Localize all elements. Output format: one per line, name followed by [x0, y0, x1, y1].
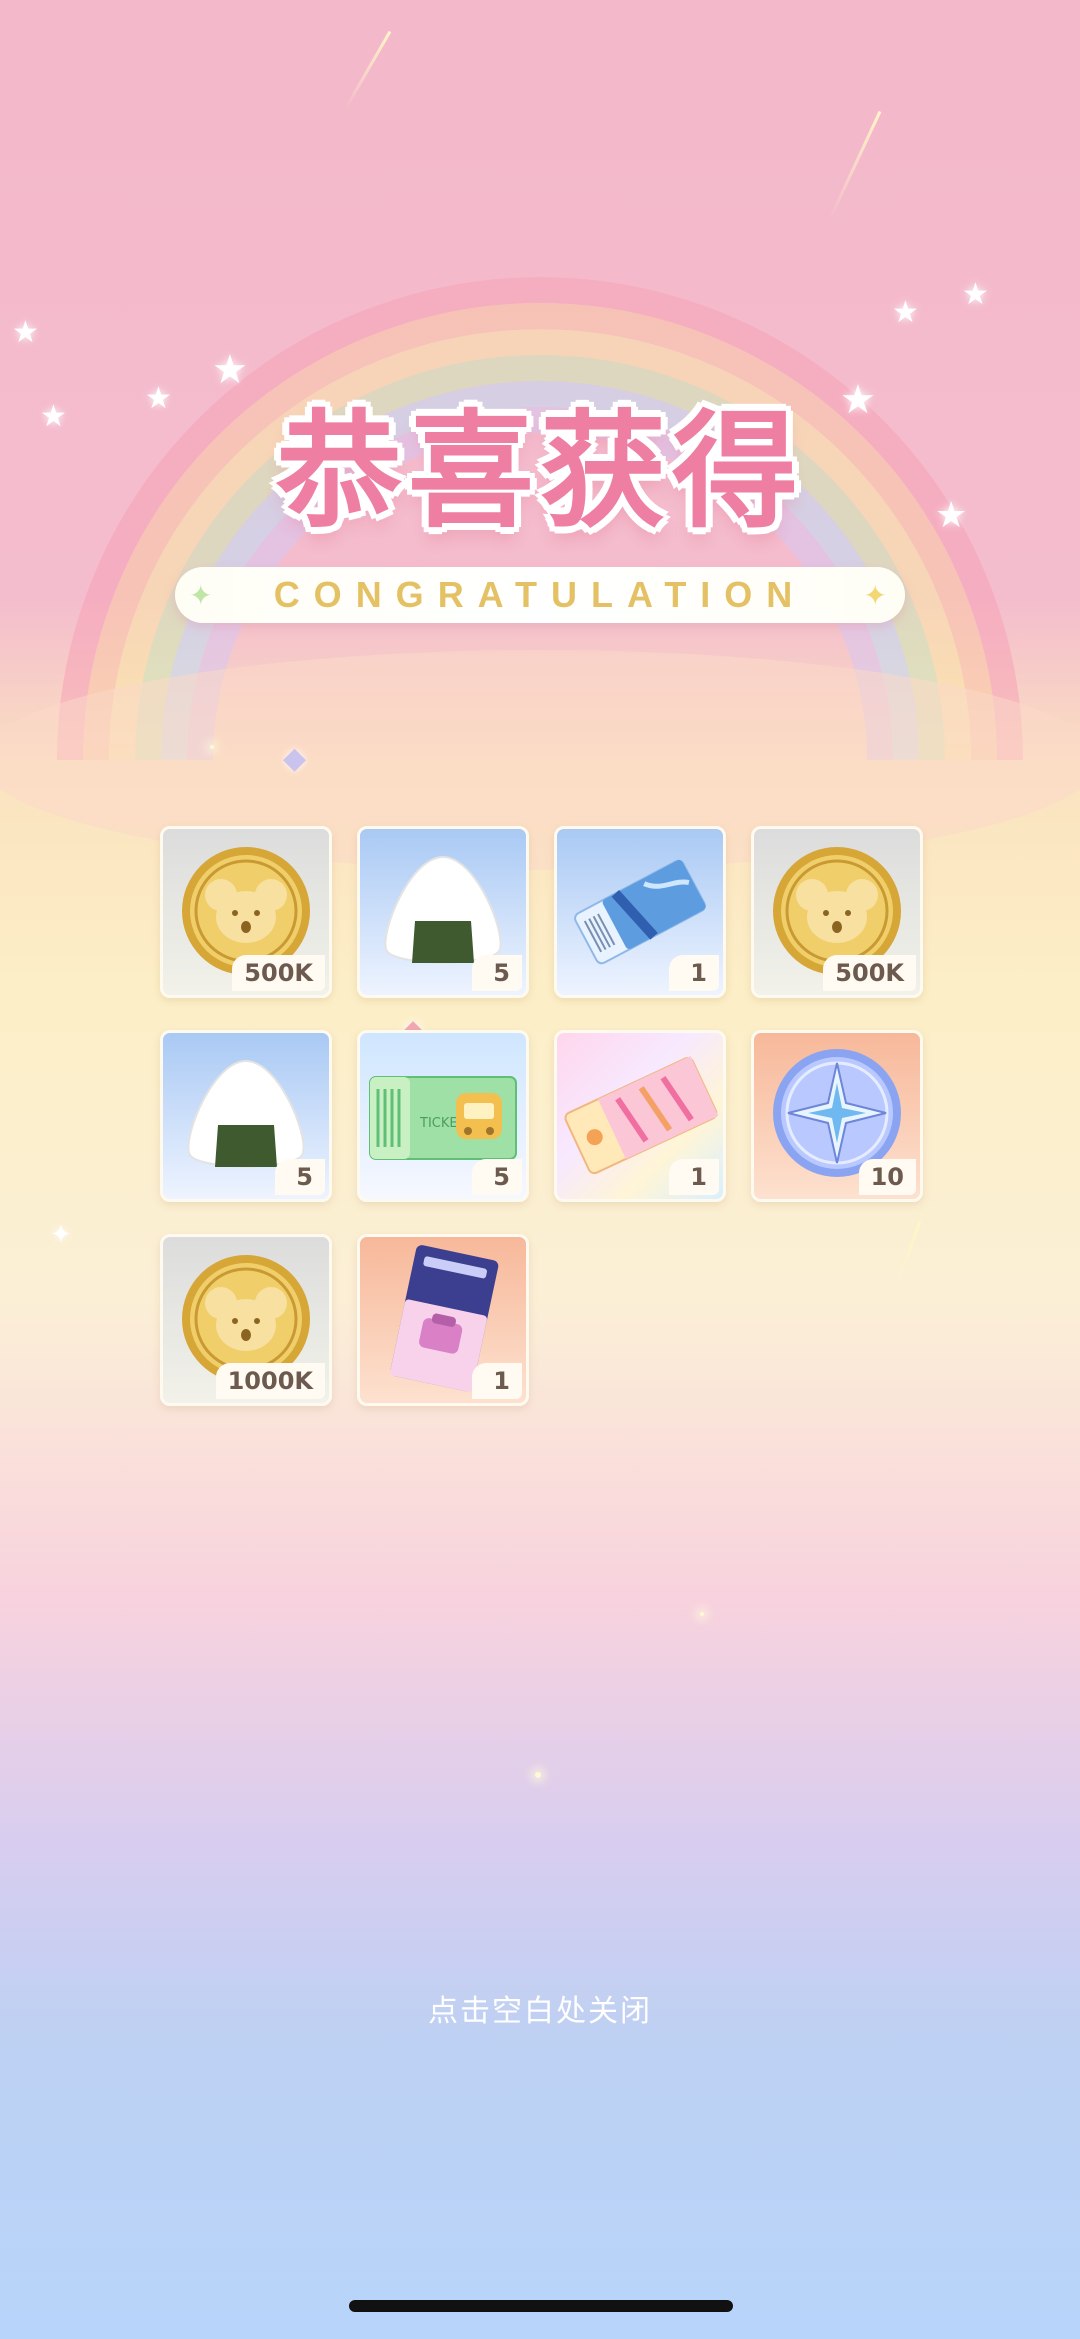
star-icon: ★	[962, 277, 989, 312]
reward-item[interactable]: 5	[357, 826, 529, 998]
sparkle-icon	[700, 1612, 704, 1616]
star-icon: ★	[12, 315, 39, 350]
star-icon: ★	[892, 295, 919, 330]
shooting-star-icon	[343, 30, 392, 111]
page-title: 恭喜获得	[276, 398, 804, 545]
subtitle-banner: ✦ CONGRATULATION ✦	[175, 567, 905, 623]
quantity-badge: 500K	[823, 955, 916, 991]
reward-item[interactable]: 1	[554, 826, 726, 998]
quantity-badge: 1000K	[215, 1363, 325, 1399]
reward-item[interactable]: TICKET 5	[357, 1030, 529, 1202]
sparkle-icon	[210, 745, 214, 749]
close-hint[interactable]: 点击空白处关闭	[0, 1986, 1080, 2030]
star-icon: ◆	[283, 741, 307, 776]
shooting-star-icon	[891, 1220, 922, 1298]
reward-item[interactable]: 10	[751, 1030, 923, 1202]
reward-item[interactable]: 1	[554, 1030, 726, 1202]
star-icon: ✦	[50, 1220, 72, 1250]
reward-item[interactable]: 500K	[751, 826, 923, 998]
quantity-badge: 1	[472, 1363, 522, 1399]
quantity-badge: 1	[669, 1159, 719, 1195]
reward-item[interactable]: 1	[357, 1234, 529, 1406]
subtitle-text: CONGRATULATION	[273, 574, 807, 615]
quantity-badge: 5	[472, 955, 522, 991]
sparkle-icon	[535, 1772, 541, 1778]
quantity-badge: 5	[275, 1159, 325, 1195]
home-indicator[interactable]	[349, 2300, 733, 2312]
quantity-badge: 5	[472, 1159, 522, 1195]
sparkle-icon: ✦	[189, 579, 213, 612]
reward-item[interactable]: 500K	[160, 826, 332, 998]
shooting-star-icon	[827, 110, 882, 221]
quantity-badge: 10	[858, 1159, 916, 1195]
reward-item[interactable]: 5	[160, 1030, 332, 1202]
sparkle-icon: ✦	[863, 579, 887, 612]
quantity-badge: 500K	[232, 955, 325, 991]
reward-item[interactable]: 1000K	[160, 1234, 332, 1406]
quantity-badge: 1	[669, 955, 719, 991]
